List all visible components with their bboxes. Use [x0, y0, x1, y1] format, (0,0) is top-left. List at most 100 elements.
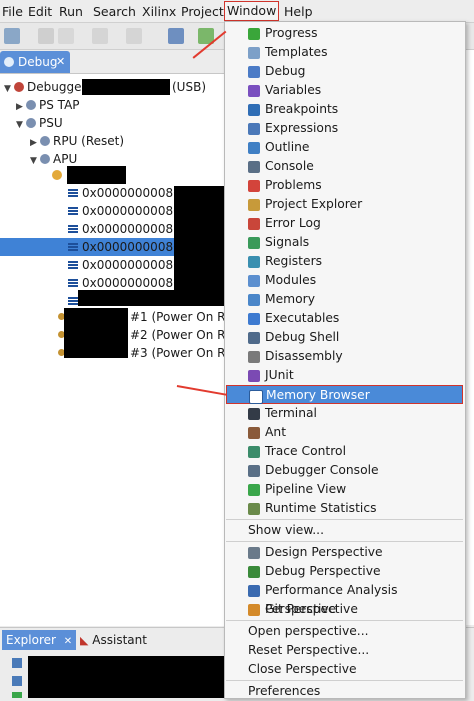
menu-item-design-perspective[interactable]: Design Perspective	[226, 543, 463, 562]
save-all-icon[interactable]	[58, 28, 74, 44]
tree-item-ps-tap[interactable]: ▶ PS TAP	[16, 96, 80, 114]
frame-address: 0x00000000081	[82, 222, 181, 236]
menu-item-label: Pipeline View	[265, 482, 347, 496]
close-icon[interactable]: ✕	[64, 636, 72, 647]
error-log-icon	[248, 218, 260, 230]
tree-item-rpu[interactable]: ▶ RPU (Reset)	[30, 132, 124, 150]
tab-assistant[interactable]: ◣ Assistant	[80, 630, 147, 650]
tree-item-debugger[interactable]: ▼ Debugger	[4, 78, 86, 96]
menu-item-trace-control[interactable]: Trace Control	[226, 442, 463, 461]
menu-item-modules[interactable]: Modules	[226, 271, 463, 290]
menu-item-pipeline-view[interactable]: Pipeline View	[226, 480, 463, 499]
memory-browser-icon	[249, 390, 263, 404]
new-icon[interactable]	[4, 28, 20, 44]
menu-item-label: Debug	[265, 64, 306, 78]
menu-search[interactable]: Search	[93, 3, 136, 20]
tree-label: RPU (Reset)	[53, 134, 125, 148]
tree-label: APU	[53, 152, 78, 166]
menu-item-show-view[interactable]: Show view...	[226, 521, 463, 540]
signals-icon	[248, 237, 260, 249]
stack-frame[interactable]: 0x00000000080	[68, 238, 181, 256]
menu-item-disassembly[interactable]: Disassembly	[226, 347, 463, 366]
menu-run[interactable]: Run	[59, 3, 83, 20]
menu-item-runtime-statistics[interactable]: Runtime Statistics	[226, 499, 463, 518]
menu-item-signals[interactable]: Signals	[226, 233, 463, 252]
thread-0-label: #0 (Breakpoint: m	[128, 168, 239, 182]
thread-2-label: #2 (Power On Res	[130, 328, 239, 342]
debug-view: ▼ Debugger (USB) ▶ PS TAP ▼ PSU ▶ RPU (Reset…	[0, 73, 239, 626]
menu-item-breakpoints[interactable]: Breakpoints	[226, 100, 463, 119]
tree-item-thread-0[interactable]: ▼	[42, 166, 65, 184]
redaction	[67, 166, 126, 184]
menu-item-executables[interactable]: Executables	[226, 309, 463, 328]
menu-window[interactable]: Window	[224, 1, 280, 21]
chevron-down-icon[interactable]: ▼	[4, 80, 14, 98]
frame-address: 0x00000000080	[82, 240, 181, 254]
menu-xilinx[interactable]: Xilinx	[142, 3, 176, 20]
disassembly-icon	[248, 351, 260, 363]
menu-item-reset-perspective[interactable]: Reset Perspective...	[226, 641, 463, 660]
stack-frame-icon	[68, 297, 78, 305]
menu-item-git-perspective[interactable]: Git Perspective	[226, 600, 463, 619]
stack-frame[interactable]: 0x00000000080	[68, 184, 181, 202]
menu-item-memory-browser[interactable]: Memory Browser	[226, 385, 463, 404]
stack-frame[interactable]: 0x00000000080	[68, 202, 181, 220]
window-menu: Progress Templates Debug Variables Breakpoin…	[224, 21, 466, 699]
menu-item-ant[interactable]: Ant	[226, 423, 463, 442]
tab-assistant-label: Assistant	[92, 633, 147, 647]
menu-item-terminal[interactable]: Terminal	[226, 404, 463, 423]
menu-item-open-perspective[interactable]: Open perspective...	[226, 622, 463, 641]
debug-tab-label: Debug	[18, 55, 58, 69]
frame-address: 0x00000000080	[82, 258, 181, 272]
menu-item-registers[interactable]: Registers	[226, 252, 463, 271]
menu-item-label: Memory	[265, 292, 316, 306]
menu-item-close-perspective[interactable]: Close Perspective	[226, 660, 463, 679]
explorer-item-icon	[12, 692, 22, 698]
menu-file[interactable]: File	[2, 3, 23, 20]
chevron-down-icon[interactable]: ▼	[42, 168, 52, 186]
menu-item-debug[interactable]: Debug	[226, 62, 463, 81]
stack-frame[interactable]: 0x00000000080	[68, 256, 181, 274]
menu-item-label: Preferences	[248, 684, 321, 698]
menu-item-expressions[interactable]: Expressions	[226, 119, 463, 138]
redaction	[174, 186, 224, 294]
menu-item-memory[interactable]: Memory	[226, 290, 463, 309]
menu-item-variables[interactable]: Variables	[226, 81, 463, 100]
build-icon[interactable]	[126, 28, 142, 44]
menu-item-label: Signals	[265, 235, 310, 249]
target-icon	[26, 118, 36, 128]
save-icon[interactable]	[38, 28, 54, 44]
tree-item-psu[interactable]: ▼ PSU	[16, 114, 63, 132]
menu-item-error-log[interactable]: Error Log	[226, 214, 463, 233]
menu-item-debug-shell[interactable]: Debug Shell	[226, 328, 463, 347]
menu-item-templates[interactable]: Templates	[226, 43, 463, 62]
frame-address: 0x00000000080	[82, 276, 181, 290]
stack-frame[interactable]: 0x00000000081	[68, 220, 181, 238]
menu-item-console[interactable]: Console	[226, 157, 463, 176]
menu-item-project-explorer[interactable]: Project Explorer	[226, 195, 463, 214]
stack-frame-icon	[68, 225, 78, 233]
tab-explorer[interactable]: Explorer ✕	[2, 630, 77, 650]
debug-launch-icon[interactable]	[168, 28, 184, 44]
skip-breakpoints-icon[interactable]	[92, 28, 108, 44]
menu-item-debugger-console[interactable]: Debugger Console	[226, 461, 463, 480]
menu-edit[interactable]: Edit	[28, 3, 52, 20]
menu-help[interactable]: Help	[284, 3, 313, 20]
menu-item-progress[interactable]: Progress	[226, 24, 463, 43]
menu-item-debug-perspective[interactable]: Debug Perspective	[226, 562, 463, 581]
menu-item-outline[interactable]: Outline	[226, 138, 463, 157]
menu-project[interactable]: Project	[181, 3, 224, 20]
menu-item-label: Debug Shell	[265, 330, 340, 344]
menu-item-junit[interactable]: JUnit	[226, 366, 463, 385]
problems-icon	[248, 180, 260, 192]
close-icon[interactable]: ✕	[56, 51, 65, 73]
breakpoints-icon	[248, 104, 260, 116]
chevron-down-icon[interactable]: ▼	[16, 116, 26, 134]
tab-debug[interactable]: Debug ✕	[0, 51, 70, 73]
menu-item-preferences[interactable]: Preferences	[226, 682, 463, 701]
ant-icon	[248, 427, 260, 439]
menu-item-problems[interactable]: Problems	[226, 176, 463, 195]
menu-item-performance-analysis-perspective[interactable]: Performance Analysis Perspective	[226, 581, 463, 616]
chevron-down-icon[interactable]: ▼	[30, 152, 40, 170]
console-icon	[248, 161, 260, 173]
